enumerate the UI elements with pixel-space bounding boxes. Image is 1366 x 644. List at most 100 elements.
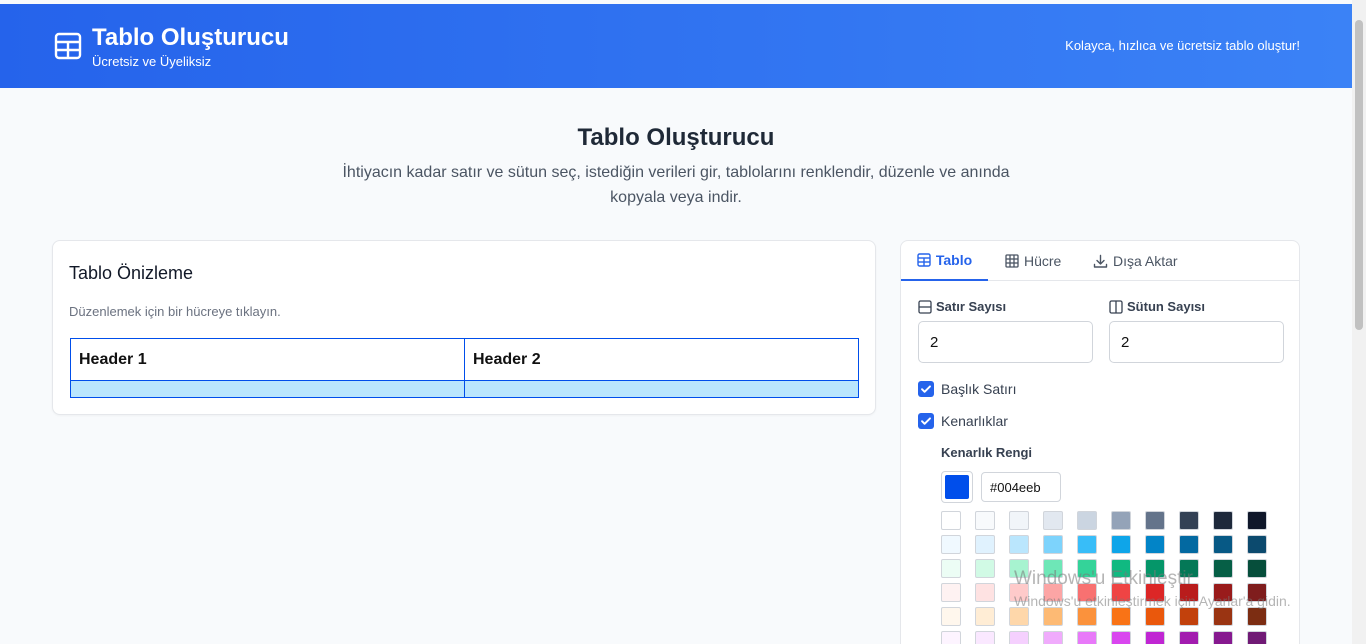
color-swatch[interactable] (1111, 607, 1131, 626)
color-swatch[interactable] (1247, 559, 1267, 578)
color-swatch[interactable] (941, 631, 961, 644)
tab-cell[interactable]: Hücre (1005, 241, 1061, 281)
table-cell[interactable] (464, 380, 859, 398)
color-swatch[interactable] (941, 607, 961, 626)
row-count-input[interactable] (918, 321, 1093, 363)
color-swatch[interactable] (1145, 559, 1165, 578)
color-swatch[interactable] (1111, 559, 1131, 578)
rows-icon (918, 299, 932, 314)
tab-export[interactable]: Dışa Aktar (1093, 241, 1178, 281)
site-header: Tablo Oluşturucu Ücretsiz ve Üyeliksiz K… (0, 4, 1352, 88)
color-swatch[interactable] (941, 535, 961, 554)
color-swatch[interactable] (1247, 511, 1267, 530)
color-swatch[interactable] (1009, 511, 1029, 530)
scrollbar-thumb[interactable] (1355, 20, 1363, 330)
color-swatch[interactable] (1043, 511, 1063, 530)
preview-title: Tablo Önizleme (69, 263, 194, 283)
settings-panel: Tablo Hücre Dışa Aktar Satır Sayısı Sütu… (900, 240, 1300, 644)
color-swatch[interactable] (1009, 631, 1029, 644)
color-swatch[interactable] (1145, 535, 1165, 554)
color-swatch[interactable] (1043, 535, 1063, 554)
color-swatch[interactable] (1145, 511, 1165, 530)
table-header-row: Header 1 Header 2 (70, 338, 859, 381)
color-swatch[interactable] (1179, 607, 1199, 626)
table-icon (917, 253, 931, 267)
brand-title[interactable]: Tablo Oluşturucu (92, 24, 289, 52)
color-swatch[interactable] (941, 559, 961, 578)
border-color-label: Kenarlık Rengi (941, 445, 1033, 460)
header-row-checkbox[interactable] (918, 381, 934, 397)
preview-table: Header 1 Header 2 (70, 338, 859, 398)
color-swatch[interactable] (1145, 631, 1165, 644)
border-color-picker[interactable] (941, 471, 973, 503)
color-swatch[interactable] (1043, 583, 1063, 602)
row-count-label: Satır Sayısı (918, 299, 1006, 314)
color-swatch[interactable] (975, 583, 995, 602)
table-preview-card: Tablo Önizleme Düzenlemek için bir hücre… (52, 240, 876, 415)
color-swatch[interactable] (975, 511, 995, 530)
color-swatch[interactable] (975, 607, 995, 626)
color-swatch[interactable] (1077, 583, 1097, 602)
color-swatch[interactable] (1111, 535, 1131, 554)
col-count-label: Sütun Sayısı (1109, 299, 1205, 314)
header-cell[interactable]: Header 2 (464, 338, 859, 381)
color-swatch[interactable] (975, 631, 995, 644)
download-icon (1093, 254, 1108, 268)
borders-label: Kenarlıklar (941, 413, 1008, 429)
page-scrollbar[interactable] (1352, 0, 1366, 644)
table-row (70, 380, 859, 398)
color-swatch[interactable] (1247, 535, 1267, 554)
page-title: Tablo Oluşturucu (577, 124, 775, 151)
brand-subtitle: Ücretsiz ve Üyeliksiz (92, 54, 212, 69)
color-swatch[interactable] (1179, 511, 1199, 530)
color-swatch[interactable] (1009, 535, 1029, 554)
color-swatch[interactable] (1179, 631, 1199, 644)
color-swatch[interactable] (1111, 583, 1131, 602)
color-swatch[interactable] (941, 511, 961, 530)
color-swatch[interactable] (1179, 535, 1199, 554)
color-swatch[interactable] (1213, 583, 1233, 602)
check-icon (921, 417, 931, 425)
color-swatch[interactable] (941, 583, 961, 602)
color-swatch[interactable] (1145, 607, 1165, 626)
color-swatch[interactable] (1213, 511, 1233, 530)
color-swatch[interactable] (1213, 607, 1233, 626)
color-swatch[interactable] (1247, 583, 1267, 602)
header-cell[interactable]: Header 1 (70, 338, 465, 381)
color-swatch[interactable] (975, 559, 995, 578)
color-swatch[interactable] (1179, 583, 1199, 602)
preview-hint: Düzenlemek için bir hücreye tıklayın. (69, 304, 281, 319)
color-swatch[interactable] (1043, 631, 1063, 644)
color-swatch[interactable] (1247, 631, 1267, 644)
color-swatch[interactable] (975, 535, 995, 554)
columns-icon (1109, 299, 1123, 314)
color-swatch[interactable] (1009, 607, 1029, 626)
color-swatch[interactable] (1213, 559, 1233, 578)
color-swatch[interactable] (1213, 535, 1233, 554)
color-swatch[interactable] (1077, 607, 1097, 626)
color-swatch[interactable] (1145, 583, 1165, 602)
color-swatch[interactable] (1009, 583, 1029, 602)
color-swatch[interactable] (1009, 559, 1029, 578)
color-swatch[interactable] (1213, 631, 1233, 644)
color-swatch[interactable] (1111, 631, 1131, 644)
borders-checkbox[interactable] (918, 413, 934, 429)
tab-label: Dışa Aktar (1113, 253, 1178, 269)
check-icon (921, 385, 931, 393)
color-swatch[interactable] (1077, 631, 1097, 644)
header-row-label: Başlık Satırı (941, 381, 1017, 397)
color-swatch[interactable] (1077, 535, 1097, 554)
table-cell[interactable] (70, 380, 465, 398)
color-swatch[interactable] (1179, 559, 1199, 578)
tab-table[interactable]: Tablo (901, 241, 988, 281)
color-swatch[interactable] (1077, 559, 1097, 578)
color-swatch[interactable] (1077, 511, 1097, 530)
color-swatch[interactable] (1043, 607, 1063, 626)
color-swatch[interactable] (1111, 511, 1131, 530)
border-color-hex-input[interactable] (981, 472, 1061, 502)
border-color-swatch (945, 475, 969, 499)
col-count-input[interactable] (1109, 321, 1284, 363)
grid-icon (1005, 254, 1019, 268)
color-swatch[interactable] (1043, 559, 1063, 578)
color-swatch[interactable] (1247, 607, 1267, 626)
